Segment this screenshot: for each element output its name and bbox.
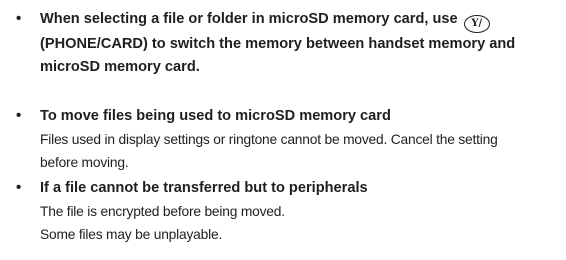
list-item: • To move files being used to microSD me… [0,105,566,174]
bullet: • [16,179,22,196]
y-key-icon-label: Y/ [471,18,483,29]
note-heading-text: microSD memory card. [40,59,200,75]
note-body-line: Some files may be unplayable. [40,227,223,242]
note-body-line: Files used in display settings or ringto… [40,132,498,147]
note-heading-text: (PHONE/CARD) to switch the memory betwee… [40,36,516,52]
note-heading: To move files being used to microSD memo… [40,108,391,124]
note-body-line: The file is encrypted before being moved… [40,204,285,219]
list-item: • When selecting a file or folder in mic… [0,8,566,79]
note-body-line: before moving. [40,155,129,170]
note-heading-text: When selecting a file or folder in micro… [40,11,458,27]
list-item: • If a file cannot be transferred but to… [0,177,566,246]
bullet: • [16,10,22,27]
bullet: • [16,107,22,124]
notes-list: • When selecting a file or folder in mic… [0,0,566,260]
note-heading: When selecting a file or folder in micro… [40,8,558,79]
note-heading: If a file cannot be transferred but to p… [40,180,368,196]
y-key-icon: Y/ [463,15,490,33]
